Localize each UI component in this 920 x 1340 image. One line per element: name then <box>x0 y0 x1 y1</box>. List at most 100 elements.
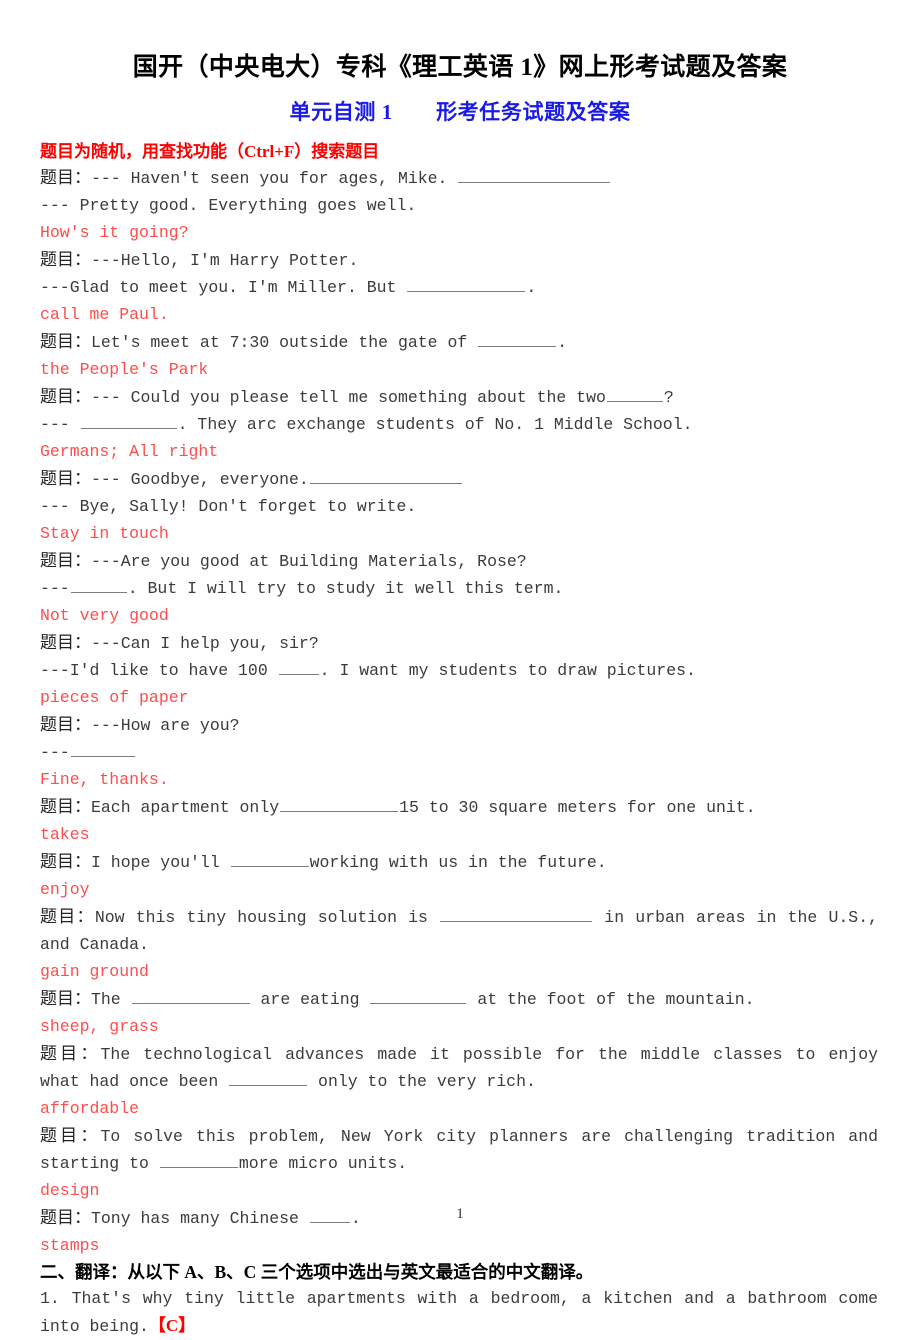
answer-blank <box>280 796 398 812</box>
answer-blank <box>132 988 250 1004</box>
question-text: --- Goodbye, everyone. <box>91 470 309 489</box>
answer-blank <box>478 331 556 347</box>
answer-line: enjoy <box>40 876 878 903</box>
question-line: --- <box>40 739 878 766</box>
item-text <box>60 1289 72 1308</box>
question-text: The <box>91 990 131 1009</box>
answer-blank <box>607 386 663 402</box>
item-number: 1. <box>40 1289 60 1308</box>
question-line: --- Bye, Sally! Don't forget to write. <box>40 493 878 520</box>
question-line: 题目：The technological advances made it po… <box>40 1040 878 1095</box>
question-block: 题目：I hope you'll working with us in the … <box>40 848 878 903</box>
question-text: ---Can I help you, sir? <box>91 634 319 653</box>
question-label: 题目： <box>40 1044 101 1063</box>
question-block: 题目：---How are you? --- Fine, thanks. <box>40 711 878 793</box>
question-label: 题目： <box>40 250 91 269</box>
question-block: 题目：Now this tiny housing solution is in … <box>40 903 878 985</box>
question-line: --- . They arc exchange students of No. … <box>40 411 878 438</box>
question-block: 题目：---Can I help you, sir? ---I'd like t… <box>40 629 878 711</box>
answer-line: sheep, grass <box>40 1013 878 1040</box>
question-line: 题目：Now this tiny housing solution is in … <box>40 903 878 958</box>
translation-item: 1. That's why tiny little apartments wit… <box>40 1285 878 1340</box>
question-text: --- Haven't seen you for ages, Mike. <box>91 169 457 188</box>
question-text: more micro units. <box>239 1154 407 1173</box>
question-text: working with us in the future. <box>310 853 607 872</box>
question-line: 题目：---How are you? <box>40 711 878 739</box>
search-notice: 题目为随机，用查找功能（Ctrl+F）搜索题目 <box>40 140 878 165</box>
question-label: 题目： <box>40 852 91 871</box>
question-line: 题目：Let's meet at 7:30 outside the gate o… <box>40 328 878 356</box>
section-two-heading: 二、翻译：从以下 A、B、C 三个选项中选出与英文最适合的中文翻译。 <box>40 1259 878 1285</box>
question-label: 题目： <box>40 551 91 570</box>
question-line: 题目：Each apartment only15 to 30 square me… <box>40 793 878 821</box>
question-text: 15 to 30 square meters for one unit. <box>399 798 755 817</box>
answer-choice-mark: 【C】 <box>149 1316 195 1335</box>
question-line: 题目：---Can I help you, sir? <box>40 629 878 657</box>
answer-line: Not very good <box>40 602 878 629</box>
answer-blank <box>229 1070 307 1086</box>
answer-blank <box>71 741 135 757</box>
question-text: ---Are you good at Building Materials, R… <box>91 552 527 571</box>
question-label: 题目： <box>40 989 91 1008</box>
question-line: --- Pretty good. Everything goes well. <box>40 192 878 219</box>
question-text: ---I'd like to have 100 <box>40 661 278 680</box>
question-text: . But I will try to study it well this t… <box>128 579 564 598</box>
question-block: 题目：---Are you good at Building Materials… <box>40 547 878 629</box>
answer-blank <box>231 851 309 867</box>
question-text: ? <box>664 388 674 407</box>
question-line: 题目：The are eating at the foot of the mou… <box>40 985 878 1013</box>
page-subtitle: 单元自测 1 形考任务试题及答案 <box>0 83 920 125</box>
question-text: --- Could you please tell me something a… <box>91 388 606 407</box>
answer-line: design <box>40 1177 878 1204</box>
question-label: 题目： <box>40 387 91 406</box>
answer-blank <box>407 276 525 292</box>
question-text: --- <box>40 415 80 434</box>
question-text: ---How are you? <box>91 716 240 735</box>
question-block: 题目：--- Goodbye, everyone. --- Bye, Sally… <box>40 465 878 547</box>
question-line: 题目：--- Goodbye, everyone. <box>40 465 878 493</box>
question-block: 题目：Let's meet at 7:30 outside the gate o… <box>40 328 878 383</box>
answer-blank <box>440 906 592 922</box>
question-block: 题目：--- Could you please tell me somethin… <box>40 383 878 465</box>
answer-blank <box>310 468 462 484</box>
question-text: . I want my students to draw pictures. <box>320 661 696 680</box>
answer-line: affordable <box>40 1095 878 1122</box>
question-line: 题目：--- Haven't seen you for ages, Mike. <box>40 164 878 192</box>
page-title: 国开（中央电大）专科《理工英语 1》网上形考试题及答案 <box>0 0 920 83</box>
question-text: --- Bye, Sally! Don't forget to write. <box>40 497 416 516</box>
answer-line: How's it going? <box>40 219 878 246</box>
answer-line: pieces of paper <box>40 684 878 711</box>
question-text: Each apartment only <box>91 798 279 817</box>
answer-line: Stay in touch <box>40 520 878 547</box>
question-line: ---Glad to meet you. I'm Miller. But . <box>40 274 878 301</box>
answer-blank <box>370 988 466 1004</box>
answer-blank <box>458 167 610 183</box>
question-text: I hope you'll <box>91 853 230 872</box>
question-label: 题目： <box>40 907 95 926</box>
answer-blank <box>81 413 177 429</box>
question-text: . They arc exchange students of No. 1 Mi… <box>178 415 693 434</box>
question-block: 题目：---Hello, I'm Harry Potter. ---Glad t… <box>40 246 878 328</box>
question-text: ---Glad to meet you. I'm Miller. But <box>40 278 406 297</box>
question-block: 题目：--- Haven't seen you for ages, Mike. … <box>40 164 878 246</box>
question-label: 题目： <box>40 168 91 187</box>
question-block: 题目：The technological advances made it po… <box>40 1040 878 1122</box>
question-text: Let's meet at 7:30 outside the gate of <box>91 333 477 352</box>
answer-line: Germans; All right <box>40 438 878 465</box>
question-text: --- <box>40 743 70 762</box>
question-line: 题目：---Hello, I'm Harry Potter. <box>40 246 878 274</box>
page-number: 1 <box>0 1206 920 1223</box>
answer-blank <box>71 577 127 593</box>
question-text: Now this tiny housing solution is <box>95 908 439 927</box>
question-line: --- . But I will try to study it well thi… <box>40 575 878 602</box>
question-line: 题目：I hope you'll working with us in the … <box>40 848 878 876</box>
answer-line: the People's Park <box>40 356 878 383</box>
question-text: --- <box>40 579 70 598</box>
question-text: only to the very rich. <box>308 1072 536 1091</box>
question-text: . <box>557 333 567 352</box>
question-line: 题目：--- Could you please tell me somethin… <box>40 383 878 411</box>
question-label: 题目： <box>40 633 91 652</box>
document-body: 题目为随机，用查找功能（Ctrl+F）搜索题目 题目：--- Haven't s… <box>0 126 920 1340</box>
document-page: 国开（中央电大）专科《理工英语 1》网上形考试题及答案 单元自测 1 形考任务试… <box>0 0 920 1302</box>
question-text: ---Hello, I'm Harry Potter. <box>91 251 358 270</box>
